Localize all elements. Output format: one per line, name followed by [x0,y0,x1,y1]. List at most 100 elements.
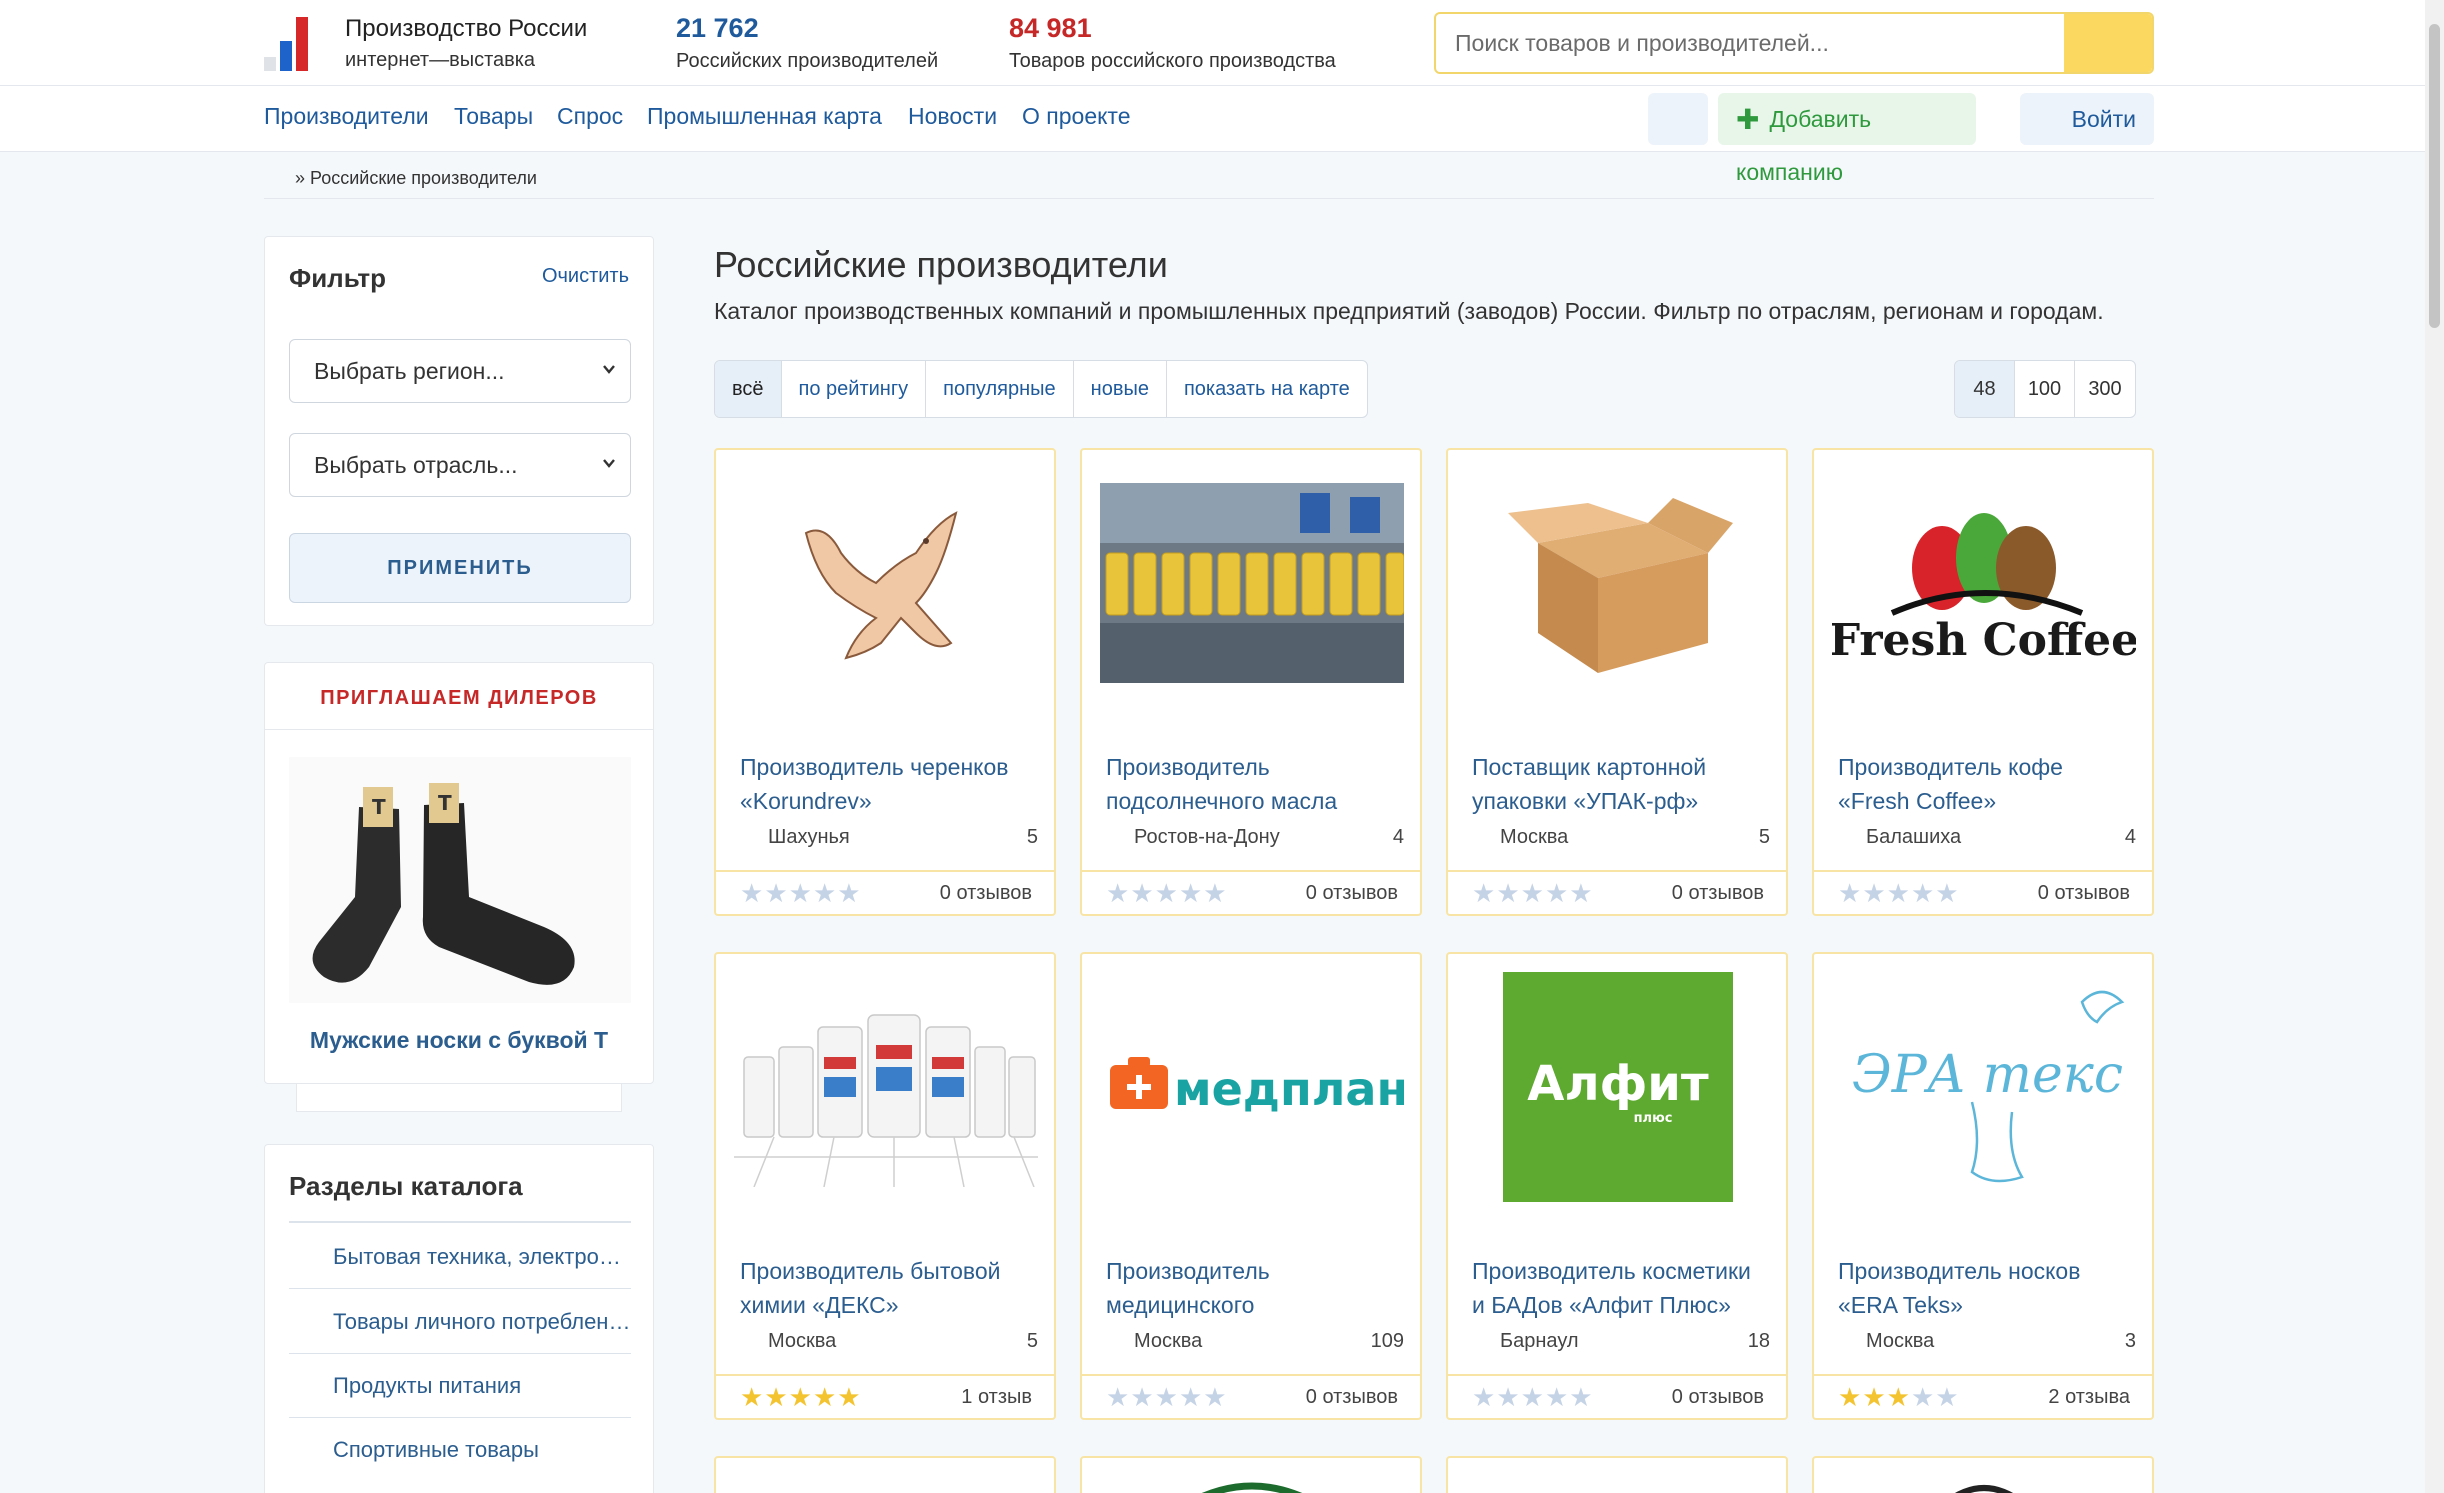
nav-demand[interactable]: Спрос [557,103,623,130]
nav-news[interactable]: Новости [908,103,997,130]
company-name[interactable]: Производитель носков «ERA Teks» [1838,1254,2138,1322]
star-icon: ★ [1178,1382,1204,1412]
logo-flag-icon[interactable] [264,17,328,71]
socks-image[interactable]: Т Т [289,757,631,1003]
tab-new[interactable]: новые [1074,361,1167,417]
user-menu-button[interactable] [1648,93,1708,145]
company-card[interactable]: ЭРА текс Производитель носков «ERA Teks» … [1812,952,2154,1420]
reviews-count[interactable]: 0 отзывов [1672,882,1764,905]
page-size-100[interactable]: 100 [2015,361,2075,417]
company-products-count: 5 [1026,826,1038,848]
page-description: Каталог производственных компаний и пром… [714,298,2104,324]
search-input[interactable] [1436,14,2066,72]
star-icon: ★ [1886,1382,1911,1412]
catalog-item-food[interactable]: Продукты питания [289,1354,631,1418]
dealer-product-link[interactable]: Мужские носки с буквой Т [265,1027,653,1054]
reviews-count[interactable]: 1 отзыв [961,1386,1032,1409]
company-logo-era-teks[interactable]: ЭРА текс [1832,972,2136,1202]
scrollbar-thumb[interactable] [2429,24,2440,328]
search-box [1434,12,2154,74]
company-card[interactable] [1080,1456,1422,1493]
company-city: Балашиха [1866,826,1962,848]
card-footer: ★★★★★ 0 отзывов [716,870,1054,914]
chevron-down-icon [603,365,615,374]
star-icon: ★ [788,878,813,908]
company-name[interactable]: Поставщик картонной упаковки «УПАК-рф» [1472,750,1772,818]
reviews-count[interactable]: 0 отзывов [1672,1386,1764,1409]
company-name[interactable]: Производитель бытовой химии «ДЕКС» [740,1254,1040,1322]
apply-filter-button[interactable]: ПРИМЕНИТЬ [289,533,631,603]
company-image-eagle[interactable] [734,468,1038,698]
logo-title[interactable]: Производство России [345,15,587,43]
card-footer: ★★★★★ 1 отзыв [716,1374,1054,1418]
reviews-count[interactable]: 0 отзывов [2038,882,2130,905]
company-card[interactable] [1812,1456,2154,1493]
company-name[interactable]: Производитель кофе «Fresh Coffee» [1838,750,2138,818]
nav-goods[interactable]: Товары [454,103,533,130]
company-city: Барнаул [1500,1330,1579,1352]
card-footer: ★★★★★ 0 отзывов [1082,1374,1420,1418]
company-card[interactable] [1446,1456,1788,1493]
company-city: Москва [1500,826,1569,848]
nav-producers[interactable]: Производители [264,103,429,130]
company-card[interactable]: Производитель черенков «Korundrev» Шахунь… [714,448,1056,916]
company-image-chemicals[interactable] [734,972,1038,1202]
rating-stars: ★★★★★ [740,880,862,906]
svg-text:медплант: медплант [1174,1062,1404,1116]
tab-show-on-map[interactable]: показать на карте [1167,361,1367,417]
company-logo-medplant[interactable]: медплант [1100,972,1404,1202]
reviews-count[interactable]: 2 отзыва [2048,1386,2130,1409]
company-card[interactable] [714,1456,1056,1493]
company-products-count: 18 [1747,1330,1770,1352]
region-select[interactable]: Выбрать регион... [289,339,631,403]
svg-text:ЭРА текс: ЭРА текс [1852,1045,2123,1105]
page-scrollbar[interactable] [2425,0,2444,1493]
company-card[interactable]: Производитель бытовой химии «ДЕКС» Москва… [714,952,1056,1420]
company-products-count: 5 [1758,826,1770,848]
tab-popular[interactable]: популярные [926,361,1074,417]
dealers-panel-stack [296,1084,622,1112]
reviews-count[interactable]: 0 отзывов [1306,1386,1398,1409]
company-image-oil-line[interactable] [1100,468,1404,698]
company-card[interactable]: Алфит плюс Производитель косметики и БАДо… [1446,952,1788,1420]
star-icon: ★ [1496,878,1521,908]
star-icon: ★ [1106,878,1131,908]
tab-all[interactable]: всё [715,361,782,417]
reviews-count[interactable]: 0 отзывов [1306,882,1398,905]
add-company-button[interactable]: ✚ Добавить компанию [1718,93,1976,185]
catalog-item-electronics[interactable]: Бытовая техника, электроника [289,1225,631,1289]
company-name[interactable]: Производитель черенков «Korundrev» [740,750,1040,818]
company-logo-alfit[interactable]: Алфит плюс [1466,972,1770,1202]
company-image-box[interactable] [1466,468,1770,698]
company-name[interactable]: Производитель косметики и БАДов «Алфит Пл… [1472,1254,1772,1322]
company-city: Ростов-на-Дону [1134,826,1280,848]
company-products-count: 4 [1392,826,1404,848]
rating-stars: ★★★★★ [1472,880,1594,906]
company-card[interactable]: Поставщик картонной упаковки «УПАК-рф» Мо… [1446,448,1788,916]
page-size-48[interactable]: 48 [1955,361,2015,417]
company-logo-fresh-coffee[interactable]: Fresh Coffee [1832,468,2136,698]
catalog-item-personal[interactable]: Товары личного потребления [289,1290,631,1354]
industry-select[interactable]: Выбрать отрасль... [289,433,631,497]
page-size-selector: 48 100 300 [1954,360,2136,418]
company-card[interactable]: Fresh Coffee Производитель кофе «Fresh Co… [1812,448,2154,916]
star-icon: ★ [1569,1382,1594,1412]
tab-by-rating[interactable]: по рейтингу [782,361,927,417]
catalog-item-sports[interactable]: Спортивные товары [289,1418,631,1482]
company-card[interactable]: медплант Производительмедицинского Москв… [1080,952,1422,1420]
star-icon: ★ [1838,1382,1863,1412]
search-button[interactable] [2064,14,2152,72]
company-card[interactable]: Производитель подсолнечного масла Ростов-… [1080,448,1422,916]
nav-industrial-map[interactable]: Промышленная карта [647,103,882,130]
star-icon: ★ [1910,878,1936,908]
company-name[interactable]: Производитель медицинского [1106,1254,1406,1322]
star-icon: ★ [764,878,789,908]
filter-title: Фильтр [289,263,387,293]
company-name[interactable]: Производитель подсолнечного масла [1106,750,1406,818]
catalog-panel: Разделы каталога Бытовая техника, электр… [264,1144,654,1493]
nav-about[interactable]: О проекте [1022,103,1131,130]
login-button[interactable]: Войти [2020,93,2154,145]
reviews-count[interactable]: 0 отзывов [940,882,1032,905]
page-size-300[interactable]: 300 [2075,361,2135,417]
filter-clear-link[interactable]: Очистить [542,265,629,288]
